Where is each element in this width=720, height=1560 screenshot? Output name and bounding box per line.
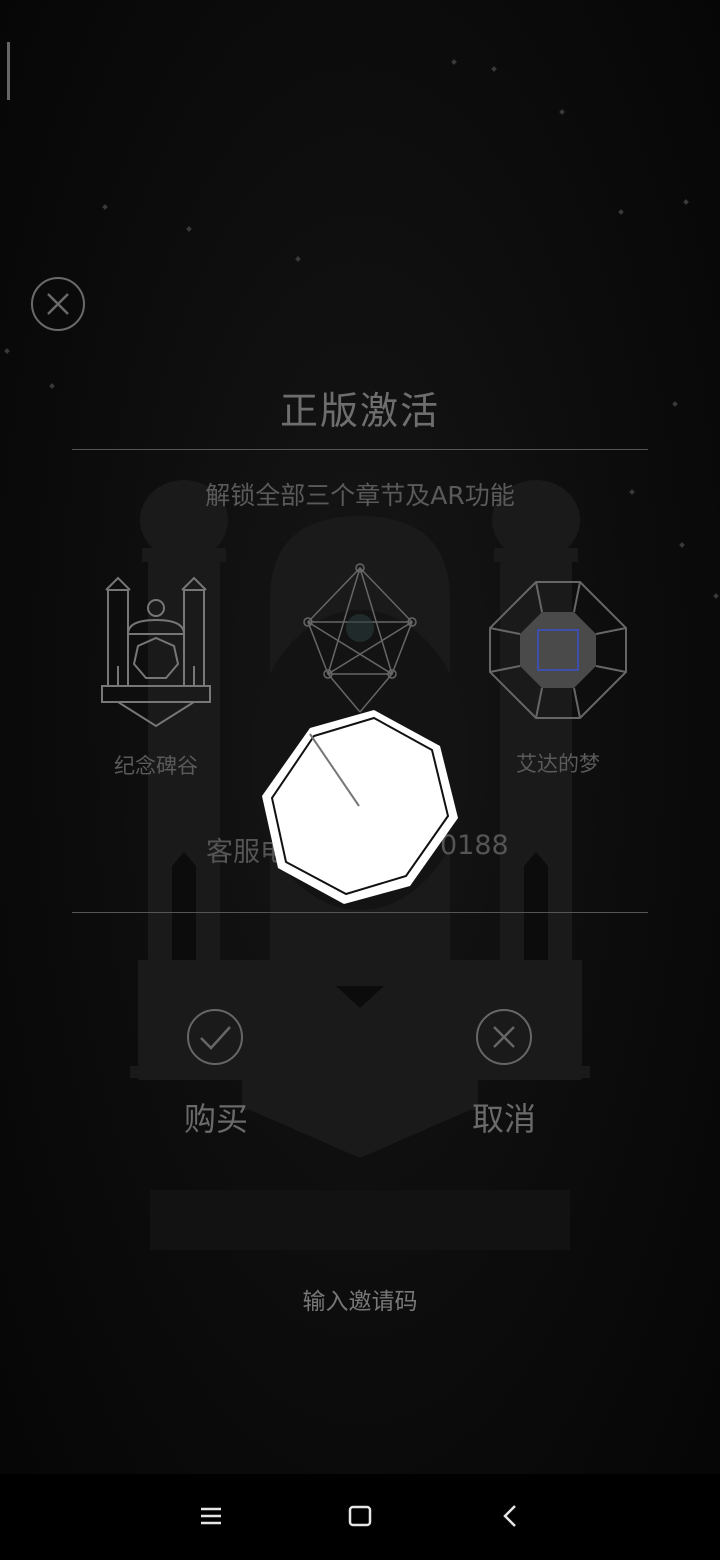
invite-code-link[interactable]: 输入邀请码 <box>0 1282 720 1316</box>
divider-bottom <box>72 912 648 913</box>
activation-screen: 正版激活 解锁全部三个章节及AR功能 纪念碑谷 艾达的梦 客服电 0188 购买… <box>0 0 720 1560</box>
system-nav-bar <box>0 1474 720 1560</box>
dialog-subtitle: 解锁全部三个章节及AR功能 <box>205 481 515 510</box>
buy-button[interactable]: 购买 <box>146 1094 286 1140</box>
close-icon[interactable] <box>30 276 86 332</box>
chapter-label-ida-dream: 艾达的梦 <box>516 752 600 776</box>
back-chevron-icon[interactable] <box>488 1494 532 1538</box>
octagon-loader-icon <box>262 710 458 904</box>
cancel-button[interactable]: 取消 <box>434 1094 574 1140</box>
chapter-octagon-icon <box>489 581 627 719</box>
divider-top <box>72 449 648 450</box>
home-square-icon[interactable] <box>338 1494 382 1538</box>
menu-icon[interactable] <box>188 1494 232 1538</box>
chapter-label-monument-valley: 纪念碑谷 <box>114 754 198 778</box>
dialog-title: 正版激活 <box>279 389 440 433</box>
check-circle-icon[interactable] <box>185 1007 245 1067</box>
chapter-crystal-icon <box>303 563 417 713</box>
chapter-temple-icon <box>101 576 211 728</box>
x-circle-icon[interactable] <box>474 1007 534 1067</box>
